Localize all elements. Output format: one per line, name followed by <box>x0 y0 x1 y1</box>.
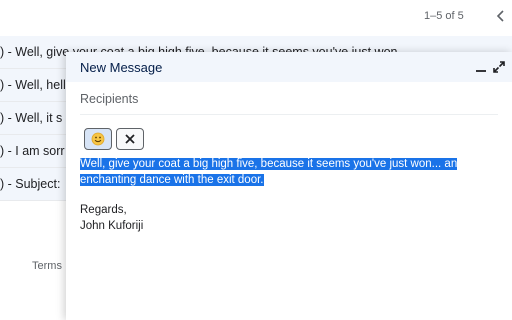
divider <box>80 114 498 115</box>
pagination-range: 1–5 of 5 <box>424 10 464 22</box>
inbox-row-snippet: ) - Subject: <box>0 177 61 191</box>
message-body[interactable]: Well, give your coat a big high five, be… <box>80 156 500 234</box>
inbox-row-snippet: ) - I am sorr <box>0 144 65 158</box>
smiley-icon <box>91 132 105 146</box>
emoji-button[interactable] <box>84 128 112 150</box>
minimize-icon[interactable] <box>474 60 488 74</box>
selected-text: Well, give your coat a big high five, be… <box>80 158 458 170</box>
inbox-row-snippet: ) - Well, hell <box>0 78 66 92</box>
expand-icon[interactable] <box>492 60 506 74</box>
compose-title: New Message <box>80 59 163 75</box>
recipients-field[interactable]: Recipients <box>80 92 138 106</box>
inbox-row-snippet: ) - Well, it s <box>0 111 63 125</box>
compose-header: New Message <box>66 52 512 82</box>
selection-toolbar <box>84 128 144 150</box>
signoff-text: Regards, <box>80 204 127 216</box>
close-icon <box>125 134 135 144</box>
terms-link[interactable]: Terms <box>32 260 62 272</box>
compose-window: New Message Recipients Well, give your c… <box>66 52 512 320</box>
signature-name: John Kuforiji <box>80 220 144 232</box>
chevron-left-icon[interactable] <box>494 6 508 26</box>
close-button[interactable] <box>116 128 144 150</box>
selected-text: enchanting dance with the exit door. <box>80 174 264 186</box>
